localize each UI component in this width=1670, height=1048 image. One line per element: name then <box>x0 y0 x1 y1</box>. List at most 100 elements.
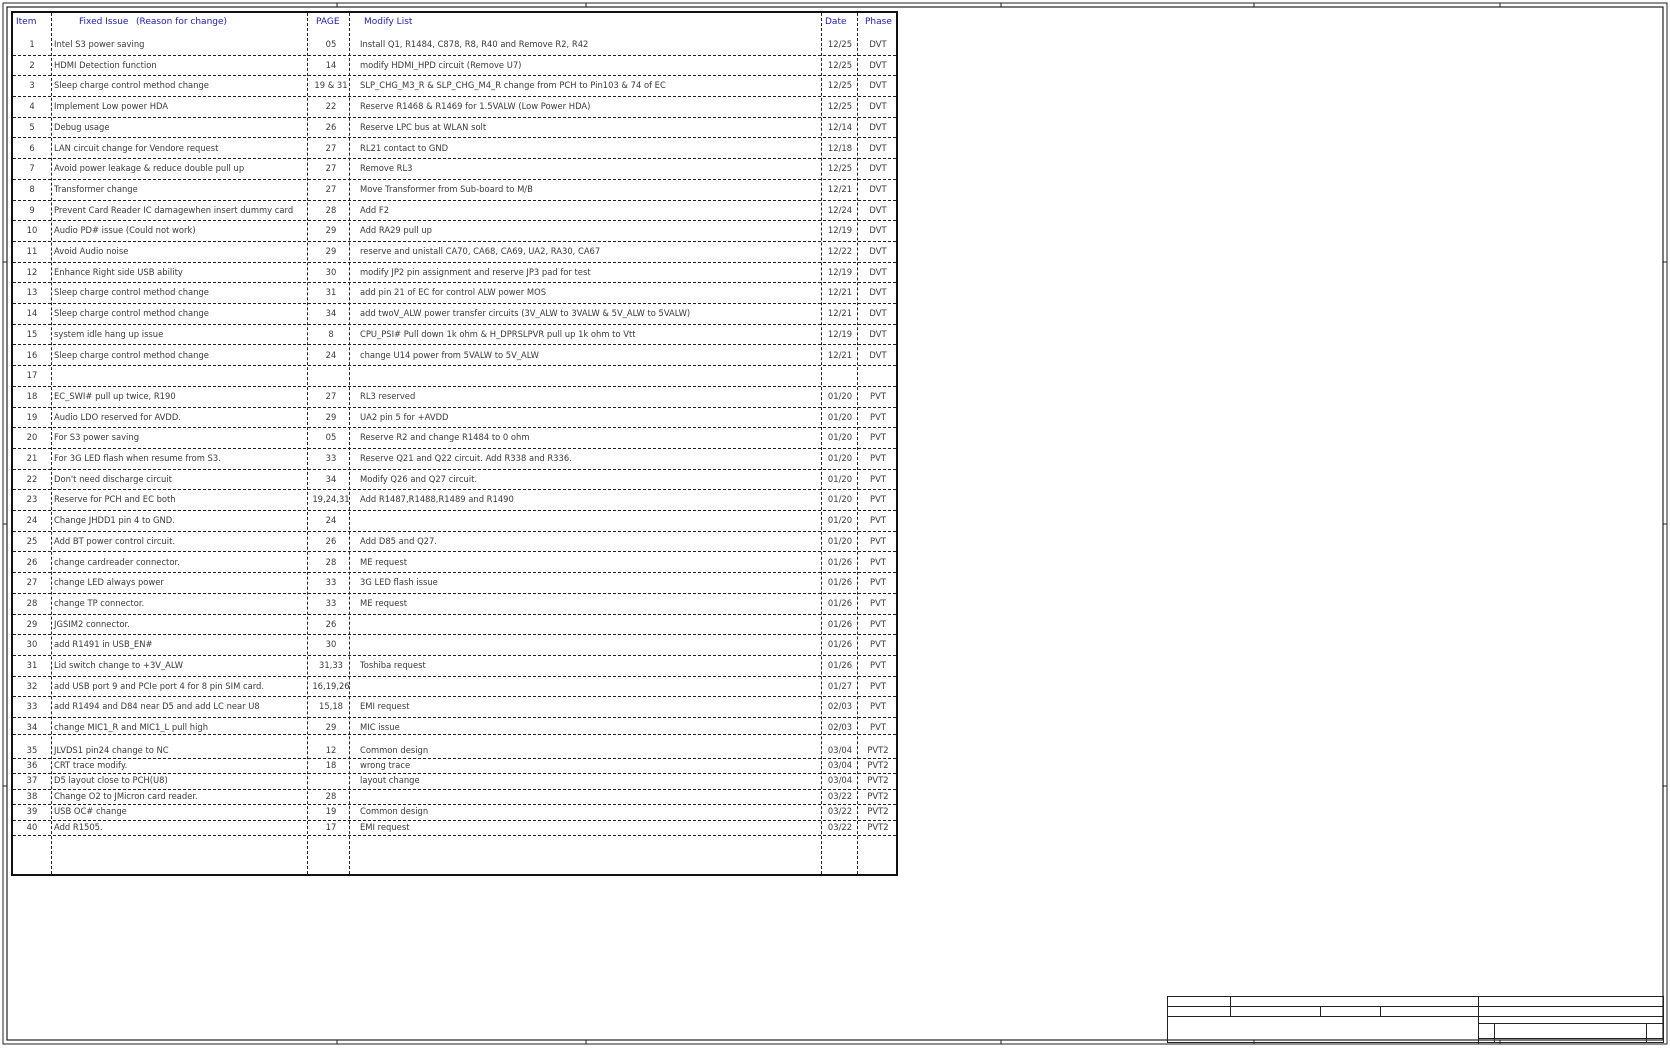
cell-phase: PVT <box>870 639 886 650</box>
cell-phase: DVT <box>869 349 887 360</box>
cell-item: 36 <box>26 760 38 770</box>
cell-issue: Lid switch change to +3V_ALW <box>54 660 184 670</box>
table-row: 2 HDMI Detection function 14 modify HDMI_HP… <box>13 56 896 77</box>
header-modify-list: Modify List <box>364 17 413 27</box>
cell-phase: DVT <box>869 80 887 91</box>
cell-page: 27 <box>325 163 337 174</box>
cell-item: 21 <box>26 453 38 463</box>
cell-issue: system idle hang up issue <box>54 328 164 339</box>
cell-page: 29 <box>325 722 337 733</box>
cell-issue: Implement Low power HDA <box>54 101 169 112</box>
cell-page: 28 <box>325 204 337 215</box>
cell-issue: Transformer change <box>54 183 138 194</box>
cell-date: 12/25 <box>827 39 853 49</box>
table-row: 20 For S3 power saving 05 Reserve R2 and ch… <box>13 428 896 449</box>
table-row: 24 Change JHDD1 pin 4 to GND. 24 01/20 PVT <box>13 511 896 532</box>
cell-phase: PVT <box>870 515 886 526</box>
cell-modify: ME request <box>360 556 408 567</box>
cell-issue: add USB port 9 and PCIe port 4 for 8 pin… <box>54 680 264 691</box>
cell-modify: Remove RL3 <box>360 163 413 174</box>
cell-issue: Debug usage <box>54 121 110 132</box>
cell-page: 05 <box>325 432 337 443</box>
cell-page: 14 <box>325 59 337 70</box>
cell-date: 01/20 <box>827 432 853 443</box>
cell-issue: add R1491 in USB_EN# <box>54 639 153 650</box>
cell-issue: Reserve for PCH and EC both <box>54 494 176 505</box>
cell-date: 12/25 <box>827 163 853 174</box>
table-row: 34 change MIC1_R and MIC1_L pull high 29 MI… <box>13 718 896 735</box>
table-row: 14 Sleep charge control method change 34 ad… <box>13 304 896 325</box>
cell-item: 33 <box>26 701 38 712</box>
cell-item: 7 <box>29 163 35 174</box>
table-row: 27 change LED always power 33 3G LED flash … <box>13 573 896 594</box>
cell-page: 26 <box>325 618 337 629</box>
table-row: 13 Sleep charge control method change 31 ad… <box>13 283 896 305</box>
table-row: 36 CRT trace modify. 18 wrong trace 03/04 PVT… <box>13 759 896 775</box>
cell-modify: layout change <box>360 775 420 786</box>
table-row: 28 change TP connector. 33 ME request 01/26 P… <box>13 594 896 615</box>
cell-phase: DVT <box>869 225 887 236</box>
cell-date: 12/21 <box>827 308 853 319</box>
cell-item: 23 <box>26 494 38 505</box>
change-list-table: Item Fixed Issue (Reason for change) PAG… <box>11 11 898 876</box>
cell-modify: Add R1487,R1488,R1489 and R1490 <box>360 494 514 505</box>
cell-issue: Sleep charge control method change <box>54 349 209 360</box>
cell-date: 01/20 <box>827 473 853 484</box>
cell-modify: Add F2 <box>360 204 390 215</box>
cell-date: 12/19 <box>827 225 853 236</box>
cell-page: 29 <box>325 225 337 236</box>
cell-date: 01/20 <box>827 535 853 546</box>
cell-modify: EMI request <box>360 701 410 712</box>
cell-phase: PVT <box>870 473 886 484</box>
cell-page: 19 <box>325 806 337 817</box>
cell-date: 12/25 <box>827 59 853 70</box>
cell-modify: MIC issue <box>360 722 400 733</box>
cell-issue: Intel S3 power saving <box>54 39 145 49</box>
cell-date: 02/03 <box>827 701 853 712</box>
title-block <box>1167 996 1664 1044</box>
cell-item: 31 <box>26 660 38 670</box>
cell-page: 27 <box>325 183 337 194</box>
table-row: 18 EC_SWI# pull up twice, R190 27 RL3 reser… <box>13 387 896 408</box>
table-row: 12 Enhance Right side USB ability 30 modify… <box>13 263 896 284</box>
cell-modify: Reserve LPC bus at WLAN solt <box>360 121 487 132</box>
cell-item: 12 <box>26 266 38 277</box>
cell-date: 12/25 <box>827 80 853 91</box>
cell-issue: For S3 power saving <box>54 432 140 443</box>
cell-date: 12/22 <box>827 246 853 256</box>
cell-issue: change MIC1_R and MIC1_L pull high <box>54 722 209 733</box>
cell-page: 15,18 <box>319 701 343 712</box>
cell-page: 28 <box>325 556 337 567</box>
cell-item: 10 <box>26 225 38 236</box>
cell-modify: UA2 pin 5 for +AVDD <box>360 411 449 422</box>
cell-date: 12/19 <box>827 328 853 339</box>
cell-page: 28 <box>325 790 337 801</box>
table-row: 15 system idle hang up issue 8 CPU_PSI# Pul… <box>13 325 896 346</box>
table-row: 25 Add BT power control circuit. 26 Add D85… <box>13 532 896 553</box>
cell-item: 24 <box>26 515 38 526</box>
cell-phase: PVT <box>870 390 886 401</box>
cell-item: 20 <box>26 432 38 443</box>
cell-item: 35 <box>26 744 38 755</box>
cell-item: 3 <box>29 80 35 91</box>
cell-item: 28 <box>26 597 38 608</box>
cell-modify: Modify Q26 and Q27 circuit. <box>360 473 478 484</box>
cell-date: 01/26 <box>827 556 853 567</box>
cell-date: 12/21 <box>827 183 853 194</box>
table-row: 22 Don't need discharge circuit 34 Modify Q… <box>13 470 896 491</box>
cell-phase: PVT <box>870 535 886 546</box>
cell-issue: JLVDS1 pin24 change to NC <box>54 744 169 755</box>
cell-item: 18 <box>26 390 38 401</box>
cell-item: 5 <box>29 121 35 132</box>
cell-page: 24 <box>325 349 337 360</box>
cell-item: 16 <box>26 349 38 360</box>
cell-date: 03/22 <box>827 806 853 817</box>
cell-phase: PVT <box>870 618 886 629</box>
cell-date: 03/22 <box>827 821 853 832</box>
cell-issue: LAN circuit change for Vendore request <box>54 142 219 153</box>
cell-date: 01/20 <box>827 515 853 526</box>
cell-issue: Avoid power leakage & reduce double pull… <box>54 163 245 174</box>
cell-phase: DVT <box>869 121 887 132</box>
cell-modify: add pin 21 of EC for control ALW power M… <box>360 287 547 298</box>
cell-item: 6 <box>29 142 35 153</box>
